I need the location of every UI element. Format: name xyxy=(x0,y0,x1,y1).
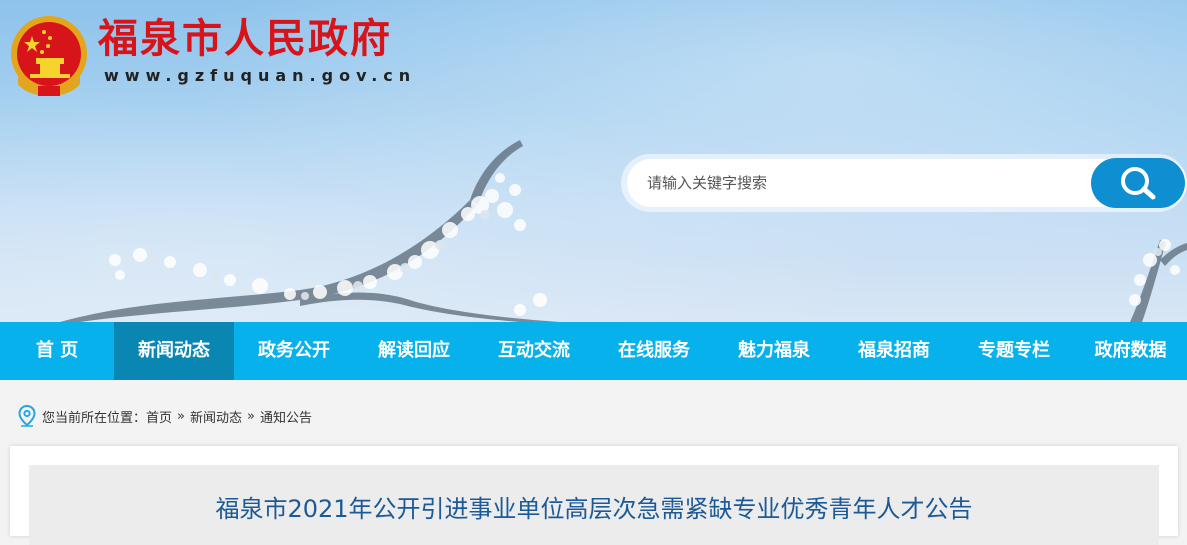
article-panel: 福泉市2021年公开引进事业单位高层次急需紧缺专业优秀青年人才公告 xyxy=(10,446,1178,545)
nav-special-topics[interactable]: 专题专栏 xyxy=(954,322,1074,380)
location-pin-icon xyxy=(18,405,36,427)
article-title: 福泉市2021年公开引进事业单位高层次急需紧缺专业优秀青年人才公告 xyxy=(215,495,973,523)
nav-interaction[interactable]: 互动交流 xyxy=(474,322,594,380)
header-banner: 福泉市人民政府 www.gzfuquan.gov.cn xyxy=(0,0,1187,322)
nav-gov-data[interactable]: 政府数据 xyxy=(1074,322,1187,380)
nav-gov-affairs[interactable]: 政务公开 xyxy=(234,322,354,380)
breadcrumb-separator: » xyxy=(247,408,255,424)
breadcrumb: 您当前所在位置： 首页 » 新闻动态 » 通知公告 xyxy=(18,404,312,428)
nav-home[interactable]: 首 页 xyxy=(0,322,114,380)
breadcrumb-prefix: 您当前所在位置： xyxy=(42,410,147,426)
national-emblem-icon xyxy=(11,16,87,96)
search-input[interactable] xyxy=(647,159,1067,207)
breadcrumb-news-link[interactable]: 新闻动态 xyxy=(190,407,242,426)
nav-charm-fuquan[interactable]: 魅力福泉 xyxy=(714,322,834,380)
breadcrumb-separator: » xyxy=(177,408,185,424)
site-title: 福泉市人民政府 xyxy=(98,16,392,62)
main-nav: 首 页 新闻动态 政务公开 解读回应 互动交流 在线服务 魅力福泉 福泉招商 专… xyxy=(0,322,1187,380)
nav-online-service[interactable]: 在线服务 xyxy=(594,322,714,380)
search-button[interactable] xyxy=(1091,158,1185,208)
search-icon xyxy=(1121,167,1156,200)
breadcrumb-home-link[interactable]: 首页 xyxy=(146,407,172,426)
nav-investment[interactable]: 福泉招商 xyxy=(834,322,954,380)
site-url: www.gzfuquan.gov.cn xyxy=(104,66,417,85)
article-header: 福泉市2021年公开引进事业单位高层次急需紧缺专业优秀青年人才公告 xyxy=(29,465,1159,545)
nav-interpretation[interactable]: 解读回应 xyxy=(354,322,474,380)
nav-news[interactable]: 新闻动态 xyxy=(114,322,234,380)
breadcrumb-notice-link[interactable]: 通知公告 xyxy=(260,407,312,426)
